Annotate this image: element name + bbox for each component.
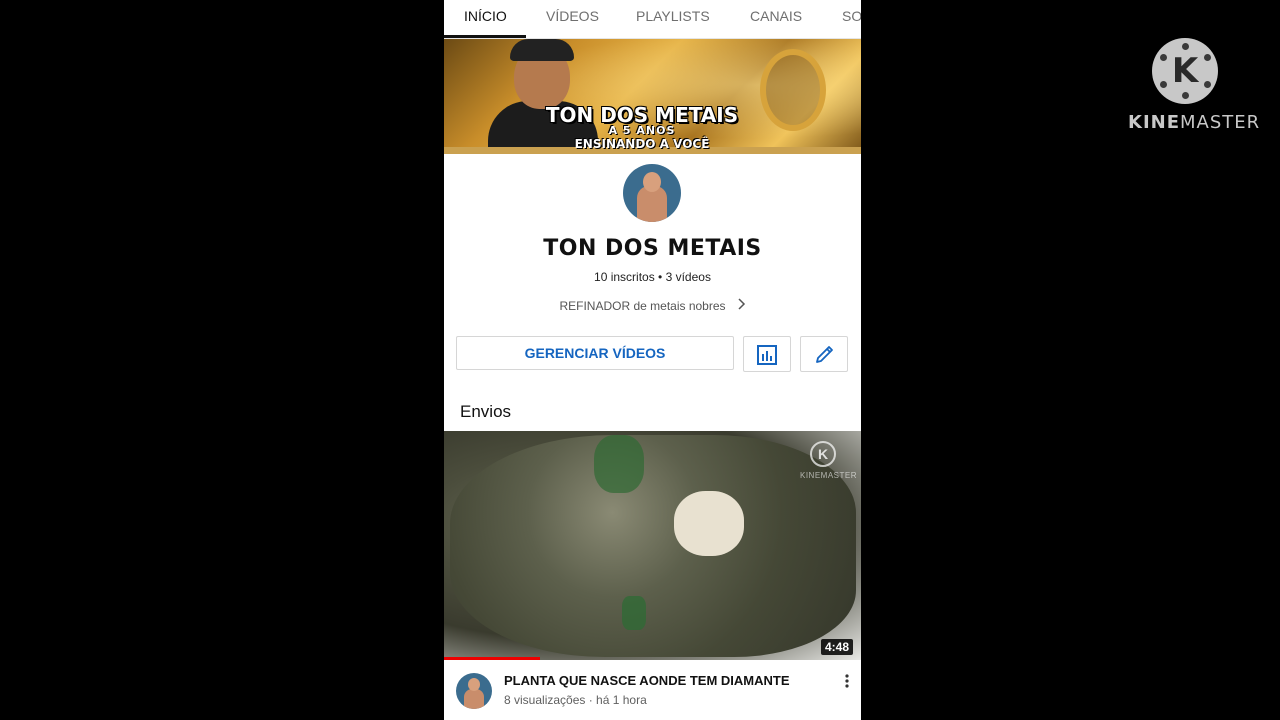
uploads-section-title: Envios [460,402,512,421]
channel-stats: 10 inscritos • 3 vídeos [594,270,711,284]
edit-channel-button[interactable] [800,336,848,372]
tab-canais[interactable]: CANAIS [750,0,802,38]
video-channel-avatar[interactable] [456,673,492,709]
tab-sobre[interactable]: SO [842,0,861,38]
video-title[interactable]: PLANTA QUE NASCE AONDE TEM DIAMANTE [504,673,790,688]
kinemaster-wordmark: KINEMASTER [1128,112,1261,133]
thumbnail-watermark-icon: K [810,441,836,467]
channel-description[interactable]: REFINADOR de metais nobres [444,298,861,313]
channel-banner: TON DOS METAIS A 5 ANOS ENSINANDO A VOCÊ [444,39,861,154]
banner-tagline: ENSINANDO A VOCÊ [574,137,710,151]
watch-progress-fill [444,657,540,660]
banner-subtitle: A 5 ANOS [608,124,676,137]
thumbnail-watermark-text: KINEMASTER [800,471,858,480]
tab-videos[interactable]: VÍDEOS [546,0,599,38]
video-thumbnail[interactable]: K KINEMASTER 4:48 [444,431,861,660]
video-meta: 8 visualizações · há 1 hora [504,693,647,707]
kinemaster-dot [1182,92,1189,99]
manage-videos-button[interactable]: GERENCIAR VÍDEOS [456,336,734,370]
kinemaster-dot [1160,54,1167,61]
kinemaster-dot [1182,43,1189,50]
tab-inicio[interactable]: INÍCIO [464,0,507,38]
more-vert-icon[interactable] [840,674,854,692]
youtube-channel-screen: INÍCIO VÍDEOS PLAYLISTS CANAIS SO TON DO… [444,0,861,720]
video-duration-badge: 4:48 [820,639,853,655]
kinemaster-dot [1160,81,1167,88]
banner-gold-ring [760,49,826,131]
channel-tabs: INÍCIO VÍDEOS PLAYLISTS CANAIS SO [444,0,861,39]
kinemaster-logo: K [1152,38,1218,104]
channel-description-text: REFINADOR de metais nobres [559,299,726,313]
chevron-right-icon [738,298,746,313]
tab-playlists[interactable]: PLAYLISTS [636,0,710,38]
channel-name: TON DOS METAIS [543,236,762,261]
active-tab-indicator [444,35,526,38]
watch-progress-bar [444,657,861,660]
analytics-button[interactable] [743,336,791,372]
kinemaster-dot [1204,54,1211,61]
channel-avatar[interactable] [623,164,681,222]
kinemaster-dot [1204,81,1211,88]
